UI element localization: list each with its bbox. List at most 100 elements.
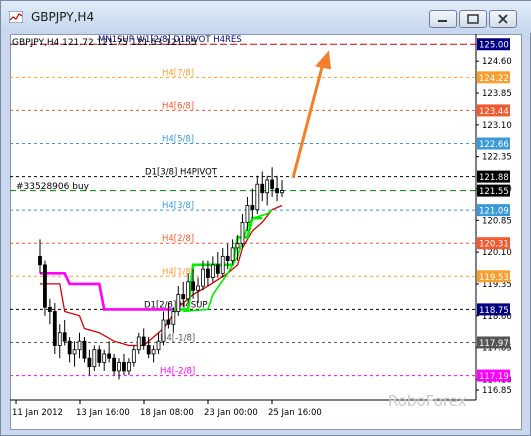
level-label: H4[5/8] bbox=[162, 135, 194, 145]
price-tag-text: 124.22 bbox=[479, 74, 509, 84]
maximize-icon bbox=[467, 14, 479, 24]
candle-body bbox=[220, 255, 225, 274]
price-tag-text: 117.97 bbox=[479, 339, 509, 349]
candle-body bbox=[92, 349, 97, 368]
candle-body bbox=[260, 183, 265, 194]
red-trend-line bbox=[40, 204, 283, 347]
candle-body bbox=[210, 264, 215, 278]
candle-body bbox=[151, 349, 156, 355]
candle-body bbox=[146, 345, 151, 355]
candle-body bbox=[245, 205, 250, 223]
x-tick-label: 18 Jan 08:00 bbox=[140, 408, 194, 418]
candle-body bbox=[196, 285, 200, 291]
candle-body bbox=[122, 362, 126, 372]
price-tag-text: 119.53 bbox=[479, 273, 509, 283]
level-lines: MN1SUP W1[2/8] D1PIVOT H4RESH4[7/8]H4[6/… bbox=[10, 35, 476, 377]
level-label: H4[6/8] bbox=[162, 101, 194, 111]
candle-body bbox=[38, 255, 42, 266]
candle-body bbox=[166, 319, 171, 325]
candle-body bbox=[240, 222, 245, 245]
candle-body bbox=[215, 264, 220, 274]
forecast-arrow bbox=[291, 50, 331, 179]
candle-body bbox=[176, 294, 181, 312]
candle-body bbox=[250, 205, 255, 211]
candle-body bbox=[191, 281, 196, 291]
candle-body bbox=[270, 179, 275, 189]
candle-body bbox=[156, 340, 161, 351]
level-label: H4[2/8] bbox=[162, 234, 194, 244]
y-tick-label: 116.85 bbox=[482, 386, 512, 396]
candle-body bbox=[87, 357, 92, 368]
candle-body bbox=[280, 190, 284, 194]
minimize-icon bbox=[438, 20, 447, 22]
title-bar[interactable]: GBPJPY,H4 bbox=[1, 1, 531, 33]
close-button[interactable] bbox=[489, 10, 517, 28]
x-axis: 11 Jan 2012 13 Jan 16:00 18 Jan 08:00 23 Ja… bbox=[12, 400, 322, 418]
arrow-head bbox=[315, 50, 331, 70]
candle-body bbox=[171, 311, 176, 325]
price-tag-text: 121.88 bbox=[479, 173, 509, 183]
candle-body bbox=[107, 353, 112, 359]
candle-body bbox=[186, 281, 191, 300]
candle-body bbox=[136, 336, 141, 351]
x-tick-label: 11 Jan 2012 bbox=[12, 408, 63, 418]
candle-body bbox=[47, 306, 52, 312]
current-price-tag-text: 121.55 bbox=[479, 187, 509, 197]
y-tick-label: 123.10 bbox=[482, 121, 512, 131]
candle-body bbox=[77, 340, 82, 351]
candle-body bbox=[265, 179, 270, 194]
y-tick-label: 122.35 bbox=[482, 153, 512, 163]
price-tag-text: 117.19 bbox=[479, 372, 509, 382]
candle-body bbox=[161, 319, 166, 342]
x-tick-label: 25 Jan 16:00 bbox=[268, 408, 322, 418]
watermark: RoboForex bbox=[388, 392, 467, 410]
order-label: #33528906 buy bbox=[16, 182, 90, 192]
y-tick-label: 120.85 bbox=[482, 216, 512, 226]
candle-body bbox=[102, 353, 107, 363]
x-tick-label: 13 Jan 16:00 bbox=[76, 408, 130, 418]
candle-body bbox=[97, 349, 102, 363]
candle-body bbox=[112, 357, 116, 372]
chart-icon bbox=[9, 11, 23, 23]
candle-body bbox=[52, 311, 57, 346]
level-label: H4[-2/8] bbox=[160, 367, 195, 377]
level-label: H4[1/8] bbox=[162, 267, 194, 277]
maximize-button[interactable] bbox=[459, 10, 487, 28]
minimize-button[interactable] bbox=[429, 10, 457, 28]
candle-body bbox=[275, 188, 279, 194]
candle-body bbox=[57, 332, 62, 346]
price-tag-text: 125.00 bbox=[479, 41, 509, 51]
level-label: H4[3/8] bbox=[162, 201, 194, 211]
candle-body bbox=[67, 340, 72, 355]
window-title: GBPJPY,H4 bbox=[31, 10, 95, 24]
close-icon bbox=[498, 14, 508, 24]
price-tag-text: 118.75 bbox=[479, 306, 509, 316]
candle-body bbox=[230, 247, 235, 262]
symbol-info: GBPJPY,H4 121.72 121.75 121.53 121.55 bbox=[12, 38, 197, 48]
candle-body bbox=[43, 264, 47, 308]
candle-body bbox=[201, 268, 205, 287]
candle-body bbox=[131, 349, 136, 363]
y-tick-label: 124.60 bbox=[482, 57, 512, 67]
price-chart[interactable]: MN1SUP W1[2/8] D1PIVOT H4RESH4[7/8]H4[6/… bbox=[10, 34, 520, 428]
level-label: D1[3/8] H4PIVOT bbox=[145, 168, 218, 178]
level-label: H4[7/8] bbox=[162, 68, 194, 78]
candle-body bbox=[235, 243, 240, 249]
candle-body bbox=[206, 268, 210, 278]
arrow-shaft bbox=[291, 62, 325, 179]
indicator-lines bbox=[40, 204, 283, 347]
x-tick-label: 23 Jan 00:00 bbox=[204, 408, 258, 418]
price-tag-text: 120.31 bbox=[479, 240, 509, 250]
price-tag-text: 121.09 bbox=[479, 207, 509, 217]
candle-body bbox=[225, 255, 230, 262]
candle-body bbox=[181, 294, 186, 300]
price-tag-text: 122.66 bbox=[479, 140, 509, 150]
candle-body bbox=[117, 362, 121, 372]
candles bbox=[38, 167, 284, 380]
candle-body bbox=[72, 349, 77, 355]
candle-body bbox=[126, 362, 131, 372]
candle-body bbox=[255, 183, 260, 211]
candle-body bbox=[82, 340, 87, 359]
candle-body bbox=[62, 332, 67, 342]
y-tick-label: 123.85 bbox=[482, 89, 512, 99]
